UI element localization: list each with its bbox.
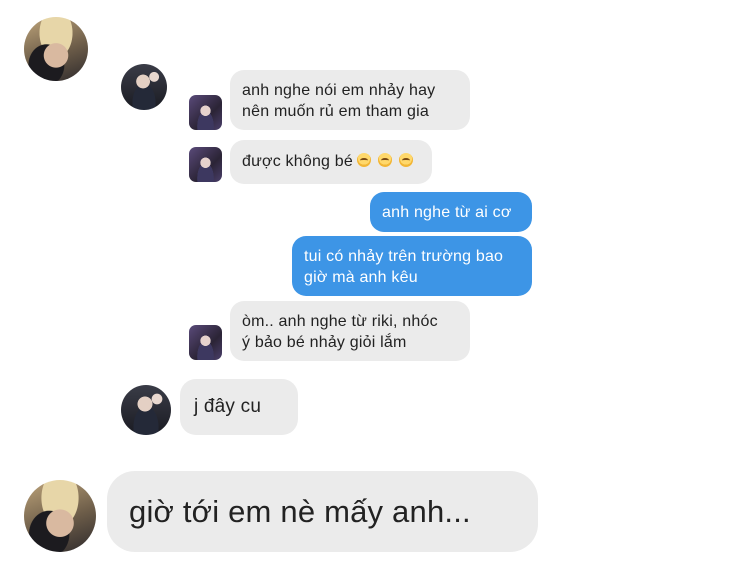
message-bubble-incoming[interactable]: òm.. anh nghe từ riki, nhóc ý bảo bé nhả… bbox=[230, 301, 470, 361]
avatar-peace-sign-top[interactable] bbox=[121, 64, 167, 110]
message-bubble-incoming[interactable]: giờ tới em nè mấy anh... bbox=[107, 471, 538, 552]
message-bubble-incoming[interactable]: được không bé bbox=[230, 140, 432, 184]
pleading-face-emoji bbox=[356, 153, 371, 167]
message-line: giờ tới em nè mấy anh... bbox=[129, 494, 471, 529]
avatar-blonde-bottom[interactable] bbox=[24, 480, 96, 552]
avatar-peace-sign-bottom[interactable] bbox=[121, 385, 171, 435]
pleading-face-emoji bbox=[398, 153, 413, 167]
message-line: òm.. anh nghe từ riki, nhóc bbox=[242, 313, 438, 330]
message-line: j đây cu bbox=[194, 396, 262, 417]
avatar-blonde-top[interactable] bbox=[24, 17, 88, 81]
message-bubble-outgoing[interactable]: anh nghe từ ai cơ bbox=[370, 192, 532, 232]
message-line: tui có nhảy trên trường bao bbox=[304, 248, 504, 265]
pleading-face-emoji bbox=[377, 153, 392, 167]
message-line: anh nghe nói em nhảy hay bbox=[242, 82, 436, 99]
message-line: nên muốn rủ em tham gia bbox=[242, 103, 429, 120]
message-line: được không bé bbox=[242, 153, 353, 170]
message-line: anh nghe từ ai cơ bbox=[382, 204, 512, 221]
message-line: giờ mà anh kêu bbox=[304, 269, 418, 286]
message-line: ý bảo bé nhảy giỏi lắm bbox=[242, 334, 407, 351]
avatar-small-1[interactable] bbox=[189, 95, 222, 130]
avatar-small-3[interactable] bbox=[189, 325, 222, 360]
avatar-small-2[interactable] bbox=[189, 147, 222, 182]
message-bubble-outgoing[interactable]: tui có nhảy trên trường bao giờ mà anh k… bbox=[292, 236, 532, 296]
message-bubble-incoming[interactable]: j đây cu bbox=[180, 379, 298, 435]
message-bubble-incoming[interactable]: anh nghe nói em nhảy hay nên muốn rủ em … bbox=[230, 70, 470, 130]
